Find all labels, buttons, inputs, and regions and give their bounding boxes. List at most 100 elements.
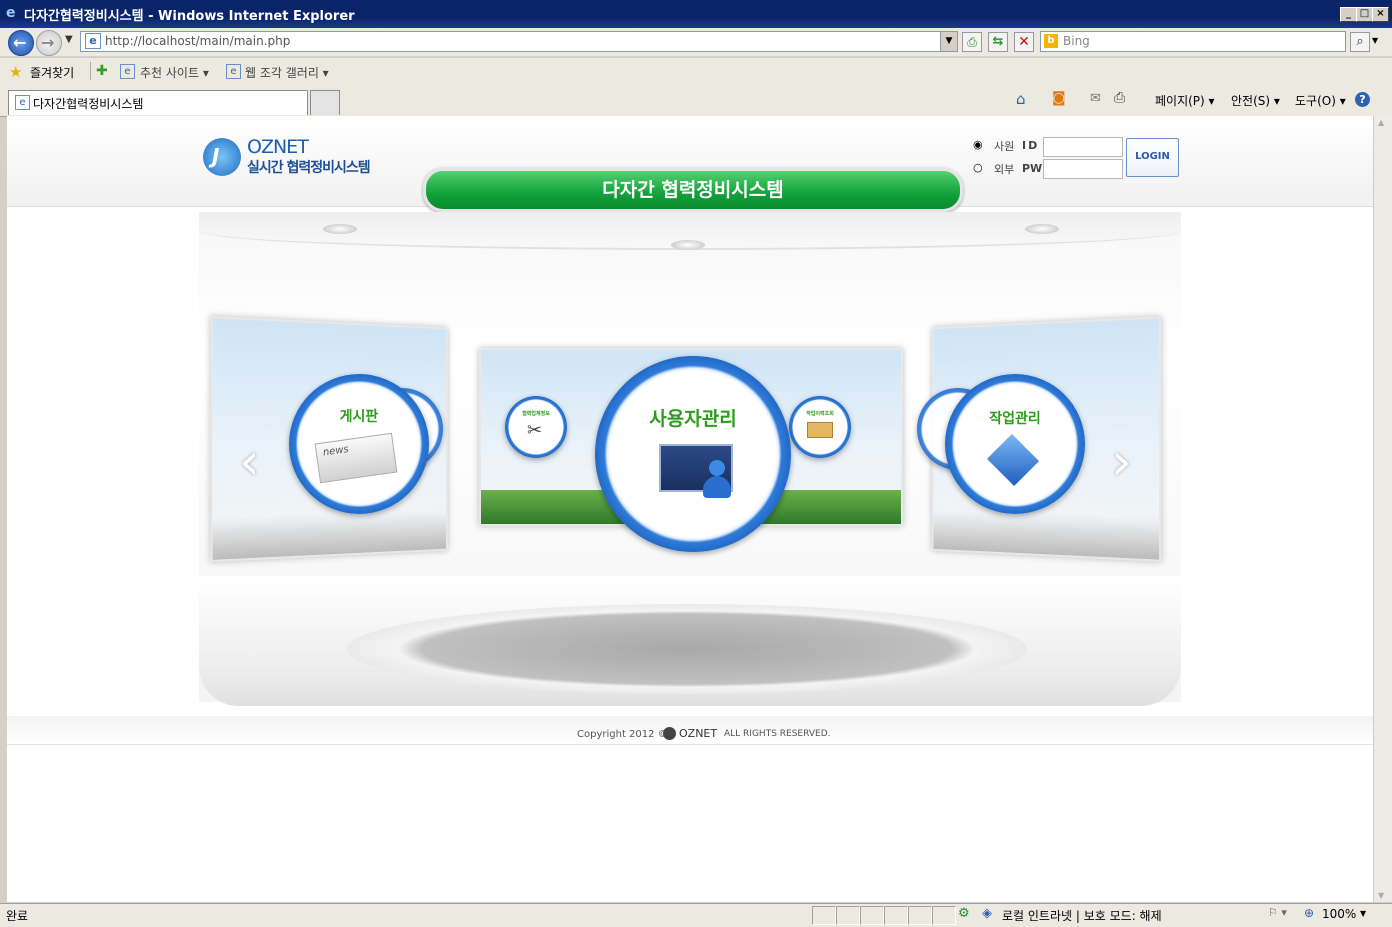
rights-text: ALL RIGHTS RESERVED.: [724, 729, 831, 739]
search-button-icon[interactable]: ⌕: [1350, 32, 1370, 52]
page-content: J OZNET 실시간 협력정비시스템 다자간 협력정비시스템 ◉ 사원 ○ 외…: [7, 116, 1373, 902]
zoom-icon: ⊕: [1304, 906, 1315, 920]
popup-settings-icon[interactable]: ⚐ ▾: [1268, 906, 1287, 919]
partner-info-label: 협력업체정보: [522, 411, 550, 417]
status-panel: [836, 906, 860, 925]
web-slice-gallery-link[interactable]: 웹 조각 갤러리 ▾: [245, 64, 329, 81]
ie-logo-icon: e: [6, 5, 16, 21]
copyright-text: Copyright 2012 ©: [577, 729, 668, 740]
address-text: http://localhost/main/main.php: [105, 34, 291, 48]
print-icon[interactable]: ⎙: [1114, 90, 1125, 106]
user-management-button[interactable]: 사용자관리: [595, 356, 791, 552]
external-radio-label: 외부: [994, 163, 1015, 176]
web-slice-icon: e: [226, 64, 241, 79]
folder-icon: [807, 422, 833, 438]
tab-page-icon: e: [15, 95, 30, 110]
login-button[interactable]: LOGIN: [1126, 138, 1179, 177]
suggested-sites-link[interactable]: 추천 사이트 ▾: [140, 64, 209, 81]
favorites-divider: [90, 62, 91, 80]
zone-text: 로컬 인트라넷 | 보호 모드: 해제: [1002, 909, 1162, 923]
tab-label: 다자간협력정비시스템: [33, 97, 144, 111]
user-person-icon: [703, 460, 733, 502]
title-bar: e 다자간협력정비시스템 - Windows Internet Explorer…: [0, 0, 1392, 28]
window-title: 다자간협력정비시스템 - Windows Internet Explorer: [24, 9, 355, 24]
search-input[interactable]: b Bing: [1040, 31, 1346, 52]
refresh-icon[interactable]: ⇆: [988, 32, 1008, 52]
suggested-sites-icon: e: [120, 64, 135, 79]
system-title-banner: 다자간 협력정비시스템: [423, 168, 963, 212]
tab-main[interactable]: e 다자간협력정비시스템: [8, 90, 308, 115]
zoom-dropdown-icon[interactable]: ▼: [1360, 909, 1366, 918]
tools-menu[interactable]: 도구(O) ▾: [1295, 92, 1346, 109]
tools-icon: ✂: [527, 420, 543, 441]
pw-input[interactable]: [1043, 159, 1123, 179]
forward-button[interactable]: →: [36, 30, 62, 56]
pw-label: PW: [1022, 162, 1043, 175]
back-button[interactable]: ←: [8, 30, 34, 56]
feeds-icon[interactable]: ◙: [1052, 90, 1066, 106]
ceiling-light: [323, 224, 357, 234]
employee-radio-label: 사원: [994, 140, 1015, 153]
user-management-label: 사용자관리: [649, 408, 737, 430]
favorites-button[interactable]: 즐겨찾기: [30, 64, 74, 81]
scroll-down-icon[interactable]: ▼: [1378, 891, 1384, 900]
address-dropdown-icon[interactable]: ▼: [940, 32, 957, 51]
home-icon[interactable]: ⌂: [1016, 90, 1026, 108]
pedestal: [347, 604, 1027, 694]
address-bar[interactable]: e http://localhost/main/main.php ▼: [80, 31, 958, 52]
zoom-level[interactable]: 100%: [1322, 907, 1356, 921]
login-button-label: LOGIN: [1135, 151, 1170, 162]
footer-brand: OZNET: [679, 727, 718, 740]
mail-icon[interactable]: ✉: [1090, 91, 1101, 106]
puzzle-cube-icon: [986, 433, 1040, 487]
ceiling-light: [671, 240, 705, 250]
new-tab-button[interactable]: [310, 90, 340, 115]
status-panel: [884, 906, 908, 925]
work-management-button[interactable]: 작업관리: [945, 374, 1085, 514]
oznet-logo-icon: J: [203, 138, 241, 176]
logo-brand: OZNET: [247, 136, 309, 158]
safety-menu[interactable]: 안전(S) ▾: [1231, 92, 1280, 109]
add-favorites-icon[interactable]: ✚: [96, 63, 108, 79]
prev-arrow-icon[interactable]: ‹: [239, 432, 260, 492]
work-history-label: 작업이력조회: [806, 411, 834, 417]
id-input[interactable]: [1043, 137, 1123, 157]
employee-radio[interactable]: ◉: [973, 138, 983, 151]
scroll-up-icon[interactable]: ▲: [1378, 118, 1384, 127]
id-label: ID: [1022, 139, 1040, 152]
banner-title: 다자간 협력정비시스템: [602, 179, 784, 201]
favorites-star-icon: ★: [9, 63, 23, 81]
ceiling-light: [1025, 224, 1059, 234]
board-label: 게시판: [339, 409, 379, 425]
status-bar: [0, 903, 1392, 927]
partner-info-button[interactable]: 협력업체정보 ✂: [505, 396, 567, 458]
city-skyline: [933, 510, 1160, 560]
minimize-button[interactable]: _: [1340, 7, 1357, 22]
stop-icon[interactable]: ✕: [1014, 32, 1034, 52]
status-panel: [908, 906, 932, 925]
external-radio[interactable]: ○: [973, 161, 983, 174]
vertical-scrollbar[interactable]: ▲ ▼: [1373, 116, 1392, 902]
work-management-label: 작업관리: [989, 411, 1041, 427]
page-icon: e: [85, 33, 101, 49]
board-menu-button[interactable]: 게시판 news: [289, 374, 429, 514]
maximize-button[interactable]: □: [1356, 7, 1373, 22]
help-icon[interactable]: ?: [1355, 92, 1370, 107]
compatibility-view-icon[interactable]: ⎙: [962, 32, 982, 52]
logo-subtitle: 실시간 협력정비시스템: [247, 160, 371, 176]
protected-mode-icon: ⚙: [958, 906, 970, 921]
search-placeholder: Bing: [1063, 34, 1090, 48]
status-panel: [932, 906, 956, 925]
close-button[interactable]: ×: [1372, 7, 1389, 22]
work-history-button[interactable]: 작업이력조회: [789, 396, 851, 458]
forward-arrow-icon: →: [41, 33, 55, 52]
intranet-zone-icon: ◈: [982, 906, 992, 921]
page-menu[interactable]: 페이지(P) ▾: [1155, 92, 1215, 109]
back-arrow-icon: ←: [13, 33, 27, 52]
next-arrow-icon[interactable]: ›: [1111, 432, 1132, 492]
search-options-icon[interactable]: ▼: [1372, 36, 1378, 45]
footer-logo-icon: [663, 727, 676, 740]
status-panel: [860, 906, 884, 925]
news-text: news: [322, 443, 350, 459]
history-dropdown-icon[interactable]: ▼: [65, 34, 73, 45]
